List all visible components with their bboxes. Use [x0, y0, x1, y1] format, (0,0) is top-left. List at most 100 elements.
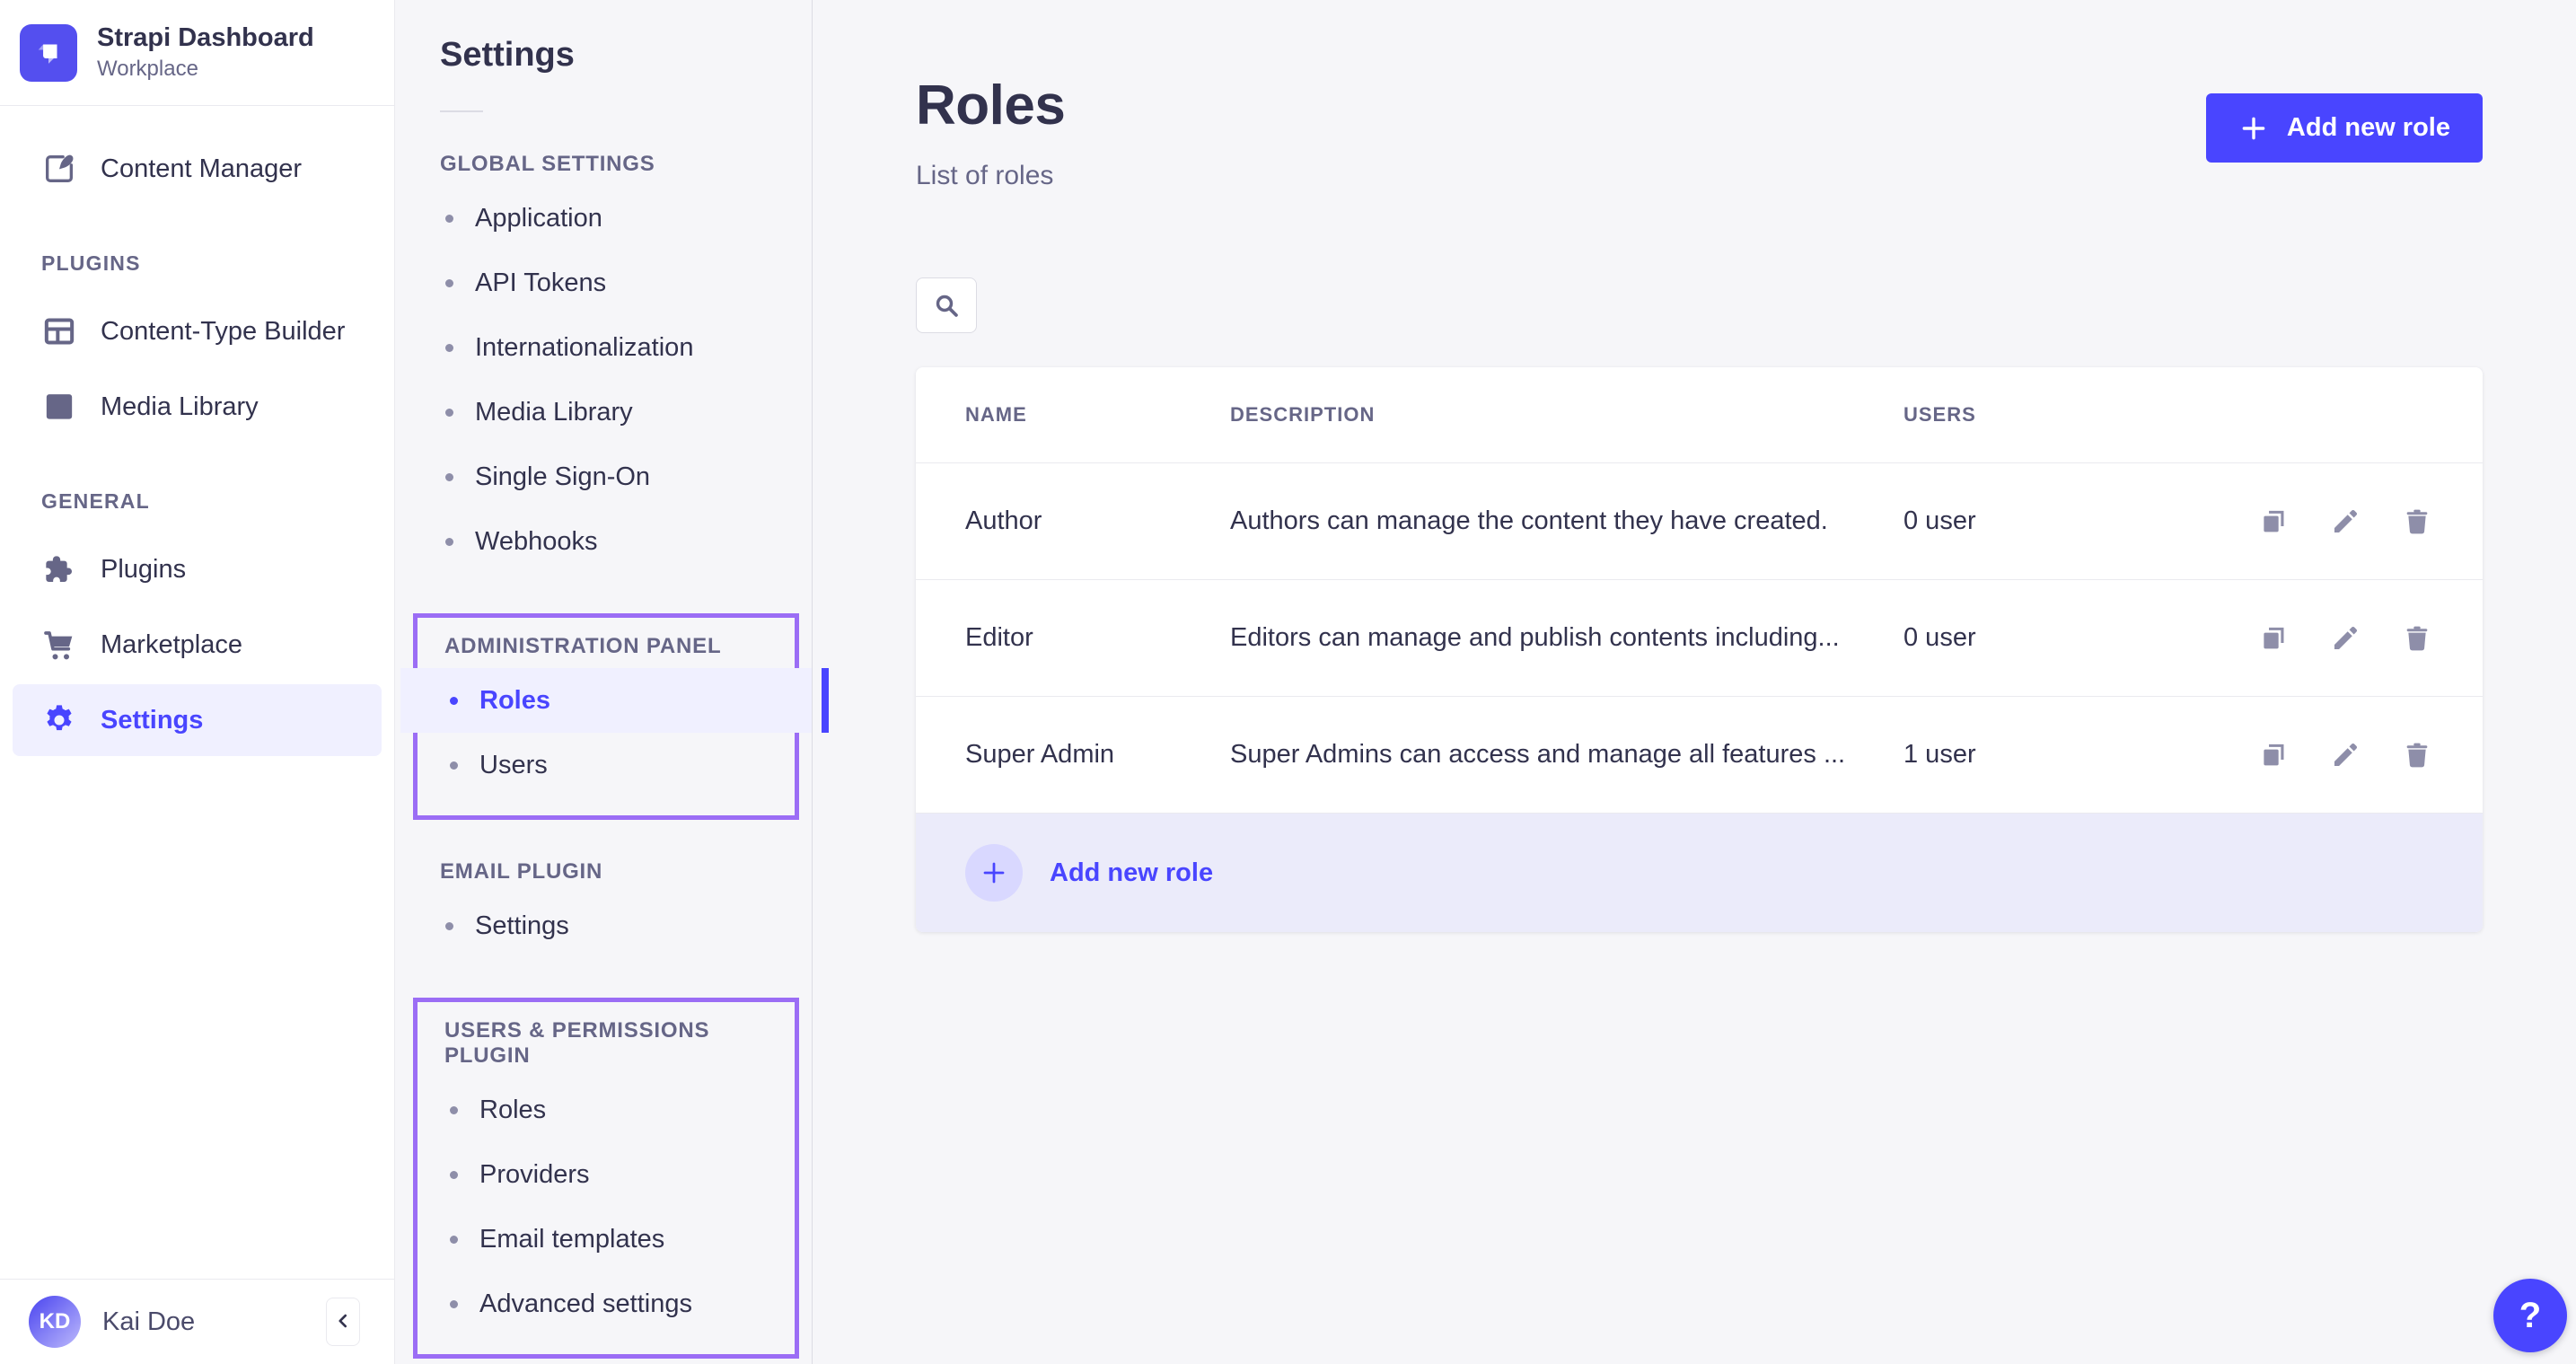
- strapi-logo-glyph: [31, 36, 66, 70]
- plus-circle-icon: [965, 844, 1023, 902]
- subnav-item-single-sign-on[interactable]: Single Sign-On: [395, 444, 812, 509]
- subnav-item-label: Internationalization: [475, 333, 693, 363]
- bullet-icon: [450, 761, 458, 770]
- subnav-divider: [440, 110, 483, 112]
- sidebar-item-marketplace[interactable]: Marketplace: [13, 609, 382, 681]
- duplicate-role-button[interactable]: [2257, 739, 2290, 771]
- group-label: USERS & PERMISSIONS PLUGIN: [418, 1018, 795, 1069]
- main-sidebar: Strapi Dashboard Workplace Content Manag…: [0, 0, 395, 1364]
- duplicate-icon: [2258, 623, 2289, 654]
- role-description: Authors can manage the content they have…: [1230, 506, 1903, 536]
- add-new-role-button[interactable]: Add new role: [2206, 93, 2483, 163]
- sidebar-item-content-manager[interactable]: Content Manager: [13, 133, 382, 205]
- page-subtitle: List of roles: [916, 161, 1065, 191]
- subnav-item-media-library[interactable]: Media Library: [395, 380, 812, 444]
- role-users-count: 1 user: [1903, 740, 2128, 770]
- role-name: Super Admin: [965, 740, 1230, 770]
- duplicate-role-button[interactable]: [2257, 622, 2290, 655]
- sidebar-section-general: GENERAL: [0, 489, 394, 514]
- table-row-author[interactable]: Author Authors can manage the content th…: [916, 463, 2483, 580]
- workspace-title: Strapi Dashboard: [97, 23, 314, 53]
- subnav-title: Settings: [395, 36, 812, 75]
- strapi-logo-icon: [20, 24, 77, 82]
- delete-role-button[interactable]: [2401, 739, 2433, 771]
- avatar[interactable]: KD: [29, 1296, 81, 1348]
- delete-role-button[interactable]: [2401, 506, 2433, 538]
- edit-role-button[interactable]: [2329, 622, 2361, 655]
- subnav-item-label: Advanced settings: [479, 1289, 692, 1319]
- cart-icon: [41, 627, 77, 663]
- duplicate-icon: [2258, 740, 2289, 770]
- role-description: Editors can manage and publish contents …: [1230, 623, 1903, 653]
- edit-role-button[interactable]: [2329, 506, 2361, 538]
- user-bar: KD Kai Doe: [0, 1279, 394, 1364]
- subnav-item-email-templates[interactable]: Email templates: [418, 1207, 795, 1272]
- subnav-item-label: Roles: [479, 1096, 546, 1125]
- bullet-icon: [445, 215, 453, 223]
- subnav-item-application[interactable]: Application: [395, 186, 812, 251]
- gear-icon: [41, 702, 77, 738]
- duplicate-role-button[interactable]: [2257, 506, 2290, 538]
- subnav-item-up-roles[interactable]: Roles: [418, 1078, 795, 1142]
- bullet-icon: [450, 1236, 458, 1244]
- subnav-item-internationalization[interactable]: Internationalization: [395, 315, 812, 380]
- bullet-icon: [445, 922, 453, 930]
- subnav-item-label: Roles: [479, 686, 550, 716]
- subnav-item-email-settings[interactable]: Settings: [395, 893, 812, 958]
- subnav-group-email-plugin: EMAIL PLUGIN Settings: [395, 859, 812, 958]
- sidebar-item-label: Plugins: [101, 555, 186, 585]
- user-name: Kai Doe: [102, 1307, 304, 1337]
- subnav-item-label: Providers: [479, 1160, 590, 1190]
- subnav-item-advanced-settings[interactable]: Advanced settings: [418, 1272, 795, 1336]
- subnav-item-label: Settings: [475, 911, 569, 941]
- bullet-icon: [450, 1171, 458, 1179]
- footer-add-new-role-label: Add new role: [1050, 858, 1213, 888]
- row-actions: [2128, 506, 2433, 538]
- sidebar-item-plugins[interactable]: Plugins: [13, 533, 382, 605]
- subnav-item-providers[interactable]: Providers: [418, 1142, 795, 1207]
- search-icon: [932, 291, 961, 320]
- column-header-description: DESCRIPTION: [1230, 403, 1903, 427]
- sidebar-item-label: Marketplace: [101, 630, 242, 660]
- table-row-editor[interactable]: Editor Editors can manage and publish co…: [916, 580, 2483, 697]
- sidebar-item-content-type-builder[interactable]: Content-Type Builder: [13, 295, 382, 367]
- role-name: Editor: [965, 623, 1230, 653]
- table-row-super-admin[interactable]: Super Admin Super Admins can access and …: [916, 697, 2483, 814]
- pencil-icon: [2330, 506, 2361, 537]
- duplicate-icon: [2258, 506, 2289, 537]
- subnav-item-api-tokens[interactable]: API Tokens: [395, 251, 812, 315]
- subnav-item-users[interactable]: Users: [418, 733, 795, 797]
- bullet-icon: [450, 1300, 458, 1308]
- delete-role-button[interactable]: [2401, 622, 2433, 655]
- pen-icon: [41, 151, 77, 187]
- bullet-icon: [450, 697, 458, 705]
- subnav-item-label: Webhooks: [475, 527, 598, 557]
- bullet-icon: [445, 279, 453, 287]
- subnav-item-label: Media Library: [475, 398, 633, 427]
- subnav-item-webhooks[interactable]: Webhooks: [395, 509, 812, 574]
- bullet-icon: [445, 409, 453, 417]
- trash-icon: [2402, 740, 2432, 770]
- bullet-icon: [445, 344, 453, 352]
- subnav-item-label: API Tokens: [475, 268, 606, 298]
- add-new-role-footer-button[interactable]: Add new role: [916, 814, 2483, 932]
- main-content: Roles List of roles Add new role NAME DE…: [813, 0, 2576, 1364]
- collapse-sidebar-button[interactable]: [326, 1298, 360, 1346]
- workspace-brand[interactable]: Strapi Dashboard Workplace: [0, 0, 394, 106]
- image-icon: [41, 389, 77, 425]
- help-button[interactable]: ?: [2493, 1279, 2567, 1352]
- group-label: EMAIL PLUGIN: [395, 859, 812, 884]
- subnav-item-roles-active[interactable]: Roles: [400, 668, 812, 733]
- pencil-icon: [2330, 623, 2361, 654]
- table-header-row: NAME DESCRIPTION USERS: [916, 367, 2483, 463]
- page-header: Roles List of roles Add new role: [916, 0, 2483, 191]
- role-users-count: 0 user: [1903, 506, 2128, 536]
- workspace-subtitle: Workplace: [97, 57, 314, 82]
- edit-role-button[interactable]: [2329, 739, 2361, 771]
- sidebar-item-settings[interactable]: Settings: [13, 684, 382, 756]
- sidebar-item-media-library[interactable]: Media Library: [13, 371, 382, 443]
- search-button[interactable]: [916, 277, 977, 333]
- annotation-box-users-permissions-plugin: USERS & PERMISSIONS PLUGIN Roles Provide…: [413, 998, 799, 1359]
- role-name: Author: [965, 506, 1230, 536]
- subnav-item-label: Application: [475, 204, 602, 233]
